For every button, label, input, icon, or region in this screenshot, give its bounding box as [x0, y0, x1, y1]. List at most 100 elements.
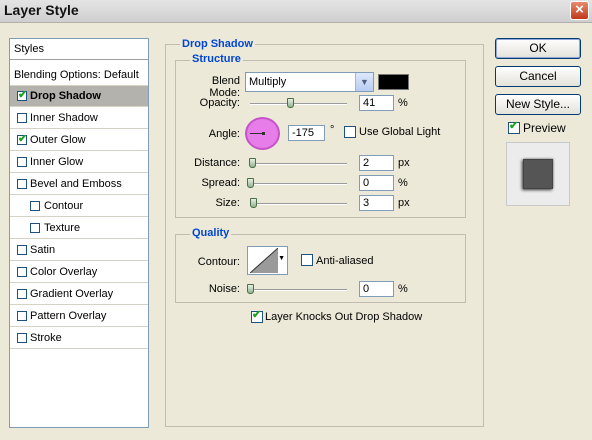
gradient-overlay-checkbox[interactable]: [17, 289, 27, 299]
angle-label: Angle:: [208, 128, 240, 140]
contour-curve-icon: [250, 248, 278, 273]
spread-slider-thumb[interactable]: [247, 178, 254, 188]
distance-label: Distance:: [194, 157, 240, 169]
style-item-label: Stroke: [30, 332, 62, 344]
contour-checkbox[interactable]: [30, 201, 40, 211]
noise-slider-thumb[interactable]: [247, 284, 254, 294]
cancel-button[interactable]: Cancel: [495, 66, 581, 87]
noise-slider-track[interactable]: [250, 289, 347, 291]
drop-shadow-checkbox[interactable]: ✔: [17, 89, 28, 101]
layer-knocks-out-checkbox[interactable]: ✔: [251, 309, 263, 323]
bevel-emboss-checkbox[interactable]: [17, 179, 27, 189]
distance-slider-track[interactable]: [250, 163, 347, 165]
anti-aliased-label: Anti-aliased: [316, 255, 374, 267]
blend-mode-label: Blend Mode:: [209, 75, 240, 99]
title-bar: Layer Style ×: [0, 0, 592, 23]
layer-style-dialog: Layer Style × Styles Blending Options: D…: [0, 0, 592, 440]
style-item-stroke[interactable]: Stroke: [10, 328, 148, 349]
spread-slider-track[interactable]: [250, 183, 347, 185]
style-item-label: Satin: [30, 244, 56, 256]
stroke-checkbox[interactable]: [17, 333, 27, 343]
style-item-label: Inner Shadow: [30, 112, 98, 124]
anti-aliased-checkbox[interactable]: [301, 254, 313, 266]
new-style-button[interactable]: New Style...: [495, 94, 581, 115]
size-slider-thumb[interactable]: [250, 198, 257, 208]
checkmark-icon: ✔: [509, 120, 519, 132]
texture-checkbox[interactable]: [30, 223, 40, 233]
preview-checkbox[interactable]: ✔: [508, 120, 520, 134]
styles-list-header[interactable]: Styles: [10, 39, 148, 60]
angle-input[interactable]: -175: [288, 125, 325, 141]
checkmark-icon: ✔: [18, 89, 28, 101]
outer-glow-checkbox[interactable]: ✔: [17, 133, 28, 145]
spread-input[interactable]: 0: [359, 175, 394, 191]
style-item-label: Gradient Overlay: [30, 288, 114, 300]
style-item-label: Texture: [44, 222, 81, 234]
blend-mode-select[interactable]: Multiply ▼: [245, 72, 374, 92]
checkmark-icon: ✔: [18, 133, 28, 145]
quality-title: Quality: [190, 227, 232, 239]
drop-shadow-title: Drop Shadow: [180, 38, 255, 50]
distance-slider-thumb[interactable]: [249, 158, 256, 168]
style-preview: [506, 142, 570, 206]
style-item-color-overlay[interactable]: Color Overlay: [10, 262, 148, 283]
noise-input[interactable]: 0: [359, 281, 394, 297]
ok-button[interactable]: OK: [495, 38, 581, 59]
style-item-outer-glow[interactable]: ✔ Outer Glow: [10, 130, 148, 151]
opacity-slider-track[interactable]: [250, 103, 347, 105]
opacity-slider-thumb[interactable]: [287, 98, 294, 108]
style-item-label: Pattern Overlay: [30, 310, 107, 322]
window-title: Layer Style: [4, 2, 79, 18]
opacity-label: Opacity:: [199, 97, 240, 109]
style-item-label: Outer Glow: [30, 134, 86, 146]
preview-square: [523, 159, 553, 189]
style-item-blending-options[interactable]: Blending Options: Default: [10, 65, 148, 86]
color-overlay-checkbox[interactable]: [17, 267, 27, 277]
noise-unit: %: [398, 283, 408, 295]
style-item-bevel-emboss[interactable]: Bevel and Emboss: [10, 174, 148, 195]
spread-label: Spread:: [201, 177, 240, 189]
style-item-label: Drop Shadow: [30, 90, 101, 102]
preview-label: Preview: [523, 121, 566, 135]
style-item-pattern-overlay[interactable]: Pattern Overlay: [10, 306, 148, 327]
satin-checkbox[interactable]: [17, 245, 27, 255]
opacity-unit: %: [398, 97, 408, 109]
size-unit: px: [398, 197, 410, 209]
angle-wheel[interactable]: [245, 117, 280, 150]
spread-unit: %: [398, 177, 408, 189]
layer-knocks-out-label: Layer Knocks Out Drop Shadow: [265, 311, 423, 323]
size-slider-track[interactable]: [250, 203, 347, 205]
style-item-drop-shadow[interactable]: ✔ Drop Shadow: [10, 86, 148, 107]
noise-label: Noise:: [208, 283, 240, 295]
close-button[interactable]: ×: [570, 1, 589, 20]
distance-input[interactable]: 2: [359, 155, 394, 171]
blend-mode-value: Multiply: [249, 76, 287, 88]
style-item-gradient-overlay[interactable]: Gradient Overlay: [10, 284, 148, 305]
style-item-label: Contour: [44, 200, 84, 212]
contour-dropdown-icon: ▼: [278, 255, 285, 262]
style-item-contour[interactable]: Contour: [10, 196, 148, 217]
style-item-texture[interactable]: Texture: [10, 218, 148, 239]
style-item-inner-shadow[interactable]: Inner Shadow: [10, 108, 148, 129]
angle-center-dot: [262, 132, 265, 135]
style-item-label: Color Overlay: [30, 266, 98, 278]
opacity-input[interactable]: 41: [359, 95, 394, 111]
pattern-overlay-checkbox[interactable]: [17, 311, 27, 321]
chevron-down-icon: ▼: [355, 73, 373, 91]
size-input[interactable]: 3: [359, 195, 394, 211]
contour-picker[interactable]: ▼: [247, 246, 288, 275]
close-icon: ×: [575, 1, 584, 18]
inner-shadow-checkbox[interactable]: [17, 113, 27, 123]
angle-unit: °: [330, 124, 335, 136]
style-item-satin[interactable]: Satin: [10, 240, 148, 261]
distance-unit: px: [398, 157, 410, 169]
use-global-light-checkbox[interactable]: [344, 126, 356, 138]
style-item-inner-glow[interactable]: Inner Glow: [10, 152, 148, 173]
size-label: Size:: [215, 197, 240, 209]
styles-list: Styles Blending Options: Default ✔ Drop …: [9, 38, 149, 428]
structure-title: Structure: [190, 53, 243, 65]
style-item-label: Inner Glow: [30, 156, 84, 168]
inner-glow-checkbox[interactable]: [17, 157, 27, 167]
shadow-color-swatch[interactable]: [378, 74, 409, 90]
contour-label: Contour:: [197, 256, 240, 268]
